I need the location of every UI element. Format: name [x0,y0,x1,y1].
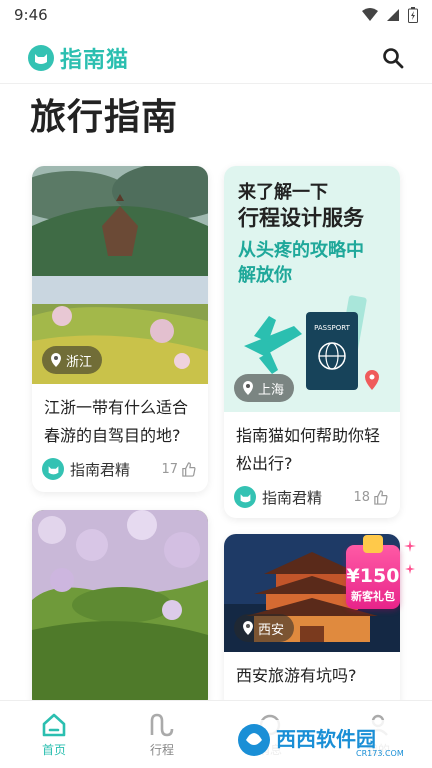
location-label: 上海 [258,382,285,398]
page-title: 旅行指南 [30,97,179,138]
search-icon [383,47,404,68]
brand-name: 指南猫 [60,47,130,73]
home-icon [42,713,66,736]
article-card-zhejiang[interactable]: 浙江 江浙一带有什么适合春游的自驾目的地? 指南君精 17 [32,166,208,492]
like-count: 17 [161,461,178,477]
wifi-icon [362,8,378,21]
like-count: 18 [353,489,370,505]
sparkle-icon [404,540,416,574]
location-label: 西安 [258,622,285,638]
card-title: 江浙一带有什么适合春游的自驾目的地? [44,398,189,445]
location-pin-icon [243,621,253,635]
cat-logo-icon [48,465,58,474]
search-button[interactable] [380,45,406,71]
author[interactable]: 指南君精 [42,458,130,480]
article-card-flowers[interactable] [32,510,208,710]
status-icons [362,7,418,23]
promo-line-1: 来了解一下 [238,182,328,203]
cat-logo-icon [240,493,250,502]
cat-logo-icon [28,44,54,71]
article-card-service[interactable]: 来了解一下 行程设计服务 从头疼的攻略中 解放你 PASSPORT 上海 指南猫… [224,166,400,518]
card-image [32,510,208,710]
brand[interactable]: 指南猫 [28,42,129,74]
card-meta: 指南君精 17 [32,450,208,492]
new-user-gift-badge[interactable]: ¥150 新客礼包 [346,535,400,609]
author-avatar [42,458,64,480]
location-label: 浙江 [66,354,93,370]
watermark: 西西软件园 CR173.COM [232,716,422,762]
gift-label: 新客礼包 [351,590,395,603]
passport-label: PASSPORT [314,324,351,332]
author-name: 指南君精 [262,488,323,507]
nav-trips[interactable]: 行程 [108,701,216,768]
promo-image: 来了解一下 行程设计服务 从头疼的攻略中 解放你 PASSPORT 上海 [224,166,400,412]
nav-trips-label: 行程 [149,742,174,757]
card-title: 指南猫如何帮助你轻松出行? [236,426,381,473]
thumbs-up-icon [374,489,388,505]
gift-amount: ¥150 [346,565,400,587]
gift-box-icon [363,535,383,553]
author[interactable]: 指南君精 [234,486,322,508]
card-meta: 指南君精 18 [224,478,400,518]
like-button[interactable]: 17 [161,462,196,477]
location-pin-icon [243,381,253,395]
promo-line-3: 从头疼的攻略中 [238,240,364,261]
app-header: 指南猫 [0,32,432,84]
signal-icon [387,9,399,21]
status-time: 9:46 [14,6,48,24]
promo-line-2: 行程设计服务 [238,206,364,230]
location-chip: 上海 [234,374,295,402]
location-pin-icon [51,353,61,367]
promo-line-4: 解放你 [238,265,292,286]
location-chip: 西安 [234,614,295,642]
nav-home[interactable]: 首页 [0,701,108,768]
watermark-text: 西西软件园 [276,727,376,751]
card-title: 西安旅游有坑吗? [236,666,357,685]
nav-home-label: 首页 [41,742,66,757]
like-button[interactable]: 18 [353,490,388,505]
route-icon [150,713,174,736]
location-chip: 浙江 [42,346,103,374]
author-avatar [234,486,256,508]
card-image: 浙江 [32,166,208,384]
author-name: 指南君精 [70,460,131,479]
watermark-subtext: CR173.COM [356,749,404,758]
thumbs-up-icon [182,461,196,477]
status-bar: 9:46 [0,0,432,30]
battery-icon [408,7,418,23]
